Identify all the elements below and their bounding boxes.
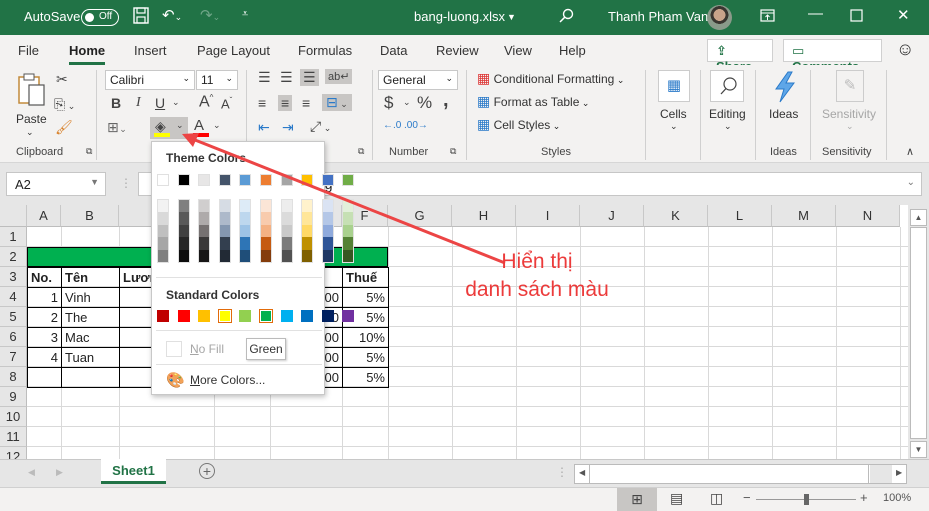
annotation-text: Hiển thị danh sách màu (452, 248, 622, 304)
annotation-line-1: Hiển thị (501, 250, 573, 273)
annotation-line-2: danh sách màu (465, 278, 609, 301)
